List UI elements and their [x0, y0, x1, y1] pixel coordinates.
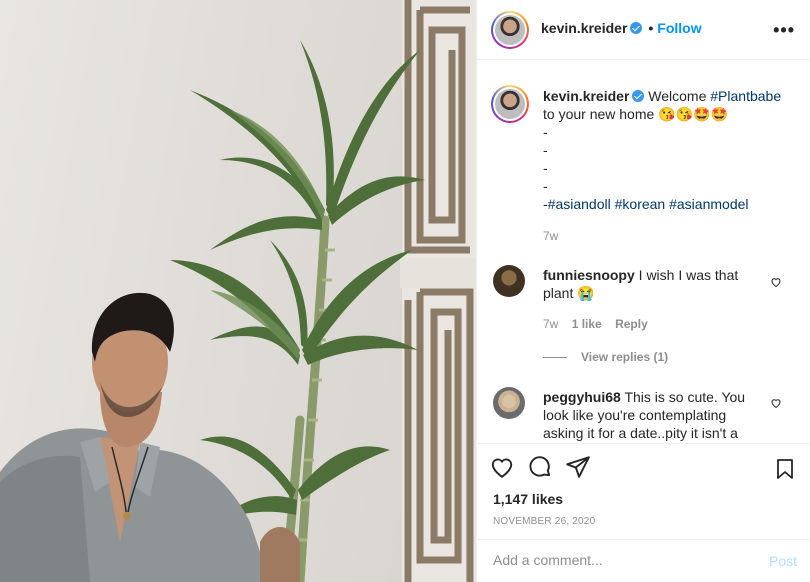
follow-button[interactable]: Follow [657, 20, 701, 36]
comment-bubble-icon[interactable] [527, 454, 553, 480]
view-replies-label: View replies (1) [581, 350, 669, 364]
avatar-image [495, 15, 525, 45]
caption-dash: - [543, 178, 548, 194]
add-comment-bar: Post [477, 539, 810, 582]
post-actions: 1,147 likes NOVEMBER 26, 2020 [477, 443, 810, 539]
header-user-row: kevin.kreider • Follow [541, 20, 702, 36]
hashtag-link[interactable]: #korean [615, 196, 666, 212]
caption-avatar[interactable] [491, 85, 529, 123]
comment-meta-row: 7w 1 like Reply [543, 317, 648, 331]
caption-text: kevin.kreider Welcome #Plantbabe to your… [543, 87, 798, 213]
comment-input[interactable] [493, 552, 753, 568]
bookmark-icon[interactable] [773, 456, 797, 482]
commenter-avatar[interactable] [493, 387, 525, 419]
hashtag-link[interactable]: #Plantbabe [710, 88, 781, 104]
author-username[interactable]: kevin.kreider [541, 20, 627, 36]
view-replies-button[interactable]: View replies (1) [543, 350, 668, 364]
heart-icon[interactable] [489, 454, 515, 480]
caption-text-1: Welcome [648, 88, 711, 104]
reply-button[interactable]: Reply [615, 317, 648, 331]
verified-badge-icon [630, 22, 643, 34]
man-illustration [0, 292, 300, 582]
replies-line [543, 357, 567, 359]
post-sidebar: kevin.kreider • Follow ••• kevin.kreider W… [476, 0, 810, 582]
caption-dash: - [543, 142, 548, 158]
comment-text: funniesnoopy I wish I was that plant 😭 [543, 266, 763, 302]
separator-dot: • [648, 20, 654, 36]
caption-dash: - [543, 124, 548, 140]
commenter-avatar[interactable] [493, 265, 525, 297]
caption-dash: - [543, 160, 548, 176]
instagram-post: kevin.kreider • Follow ••• kevin.kreider W… [0, 0, 810, 582]
likes-count[interactable]: 1,147 likes [493, 491, 563, 507]
author-avatar[interactable] [491, 11, 529, 49]
verified-badge-icon [632, 90, 645, 102]
commenter-username[interactable]: funniesnoopy [543, 267, 635, 283]
comment-like-heart-icon[interactable] [770, 276, 782, 288]
comment-text: peggyhui68 This is so cute. You look lik… [543, 388, 763, 442]
comment-time[interactable]: 7w [543, 317, 558, 331]
post-photo[interactable] [0, 0, 476, 582]
more-options-icon[interactable]: ••• [773, 20, 795, 41]
commenter-username[interactable]: peggyhui68 [543, 389, 621, 405]
action-icons [489, 454, 591, 480]
avatar-image [495, 89, 525, 119]
comment-like-heart-icon[interactable] [770, 397, 782, 409]
post-comment-button[interactable]: Post [769, 553, 797, 569]
caption-text-2: to your new home 😘😘🤩🤩 [543, 106, 728, 122]
hashtag-link[interactable]: #asiandoll [548, 196, 611, 212]
caption-username[interactable]: kevin.kreider [543, 88, 629, 104]
post-date[interactable]: NOVEMBER 26, 2020 [493, 516, 595, 527]
hashtag-link[interactable]: #asianmodel [669, 196, 748, 212]
comments-area[interactable]: kevin.kreider Welcome #Plantbabe to your… [477, 60, 810, 442]
paper-plane-icon[interactable] [565, 454, 591, 480]
comment-likes[interactable]: 1 like [572, 317, 602, 331]
post-header: kevin.kreider • Follow ••• [477, 0, 810, 60]
caption-time[interactable]: 7w [543, 229, 558, 243]
